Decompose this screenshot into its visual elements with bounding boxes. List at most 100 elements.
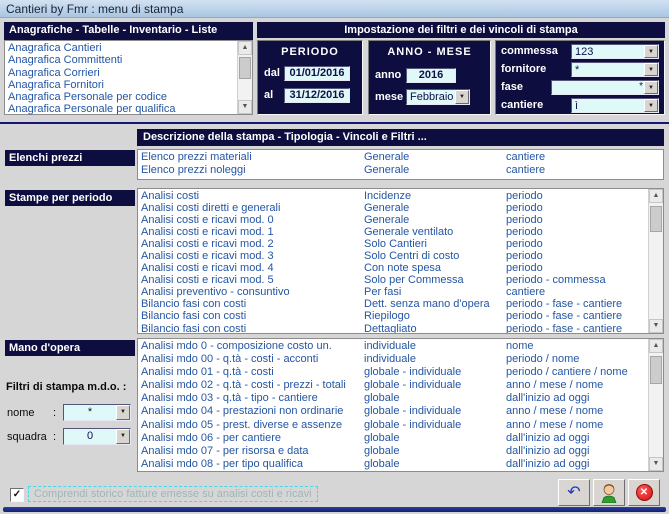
chevron-down-icon[interactable]: ▼ — [644, 44, 658, 58]
table-row[interactable]: Analisi costi e ricavi mod. 5 Solo per C… — [138, 274, 647, 286]
table-row[interactable]: Analisi costi e ricavi mod. 3 Solo Centr… — [138, 250, 647, 262]
al-row: al 31/12/2016 — [264, 87, 350, 103]
user-button[interactable] — [593, 479, 625, 506]
table-row[interactable]: Analisi mdo 01 - q.tà - costi globale - … — [138, 366, 647, 379]
al-label: al — [264, 89, 274, 101]
table-row[interactable]: Analisi mdo 03 - q.tà - tipo - cantiere … — [138, 392, 647, 405]
bottom-accent-bar — [3, 507, 666, 512]
mdo-scrollbar[interactable]: ▲ ▼ — [648, 339, 663, 471]
section-separator — [0, 122, 669, 124]
storico-checkbox[interactable]: ✓ — [10, 488, 24, 502]
anagrafiche-items: Anagrafica Cantieri Anagrafica Committent… — [5, 42, 236, 115]
fornitore-label: fornitore — [501, 63, 547, 75]
dal-field[interactable]: 01/01/2016 — [284, 65, 350, 81]
anagrafiche-scrollbar[interactable]: ▲ ▼ — [237, 41, 252, 114]
scroll-thumb[interactable] — [650, 206, 662, 232]
list-item[interactable]: Anagrafica Cantieri — [5, 42, 236, 54]
list-item[interactable]: Anagrafica Corrieri — [5, 67, 236, 79]
table-row[interactable]: Elenco prezzi materiali Generale cantier… — [138, 151, 663, 164]
nome-label: nome — [7, 407, 35, 419]
anno-label: anno — [375, 69, 402, 81]
scroll-down-icon[interactable]: ▼ — [649, 319, 663, 333]
cantiere-dropdown[interactable]: ì ▼ — [571, 97, 659, 113]
scroll-thumb[interactable] — [239, 57, 251, 79]
storico-checkbox-label[interactable]: Comprendi storico fatture emesse su anal… — [28, 486, 318, 502]
table-row[interactable]: Analisi costi e ricavi mod. 0 Generale p… — [138, 214, 647, 226]
chevron-down-icon[interactable]: ▼ — [644, 98, 658, 112]
anagrafiche-list[interactable]: Anagrafica Cantieri Anagrafica Committent… — [4, 40, 253, 115]
mano-dopera-list: Analisi mdo 0 - composizione costo un. i… — [137, 338, 664, 472]
chevron-down-icon[interactable]: ▼ — [644, 62, 658, 76]
elenchi-prezzi-label: Elenchi prezzi — [5, 150, 135, 166]
table-row[interactable]: Analisi mdo 06 - per cantiere globale da… — [138, 432, 647, 445]
table-row[interactable]: Analisi preventivo - consuntivo Per fasi… — [138, 286, 647, 298]
list-item[interactable]: Anagrafica Committenti — [5, 54, 236, 66]
mese-label: mese — [375, 91, 404, 103]
al-field[interactable]: 31/12/2016 — [284, 87, 350, 103]
fase-label: fase — [501, 81, 524, 93]
elenchi-rows: Elenco prezzi materiali Generale cantier… — [138, 151, 663, 179]
window-title: Cantieri by Fmr : menu di stampa — [6, 2, 184, 16]
squadra-value: 0 — [86, 430, 94, 442]
table-row[interactable]: Analisi costi Incidenze periodo — [138, 190, 647, 202]
app-window: Cantieri by Fmr : menu di stampa Anagraf… — [0, 0, 669, 514]
nome-colon: : — [53, 407, 57, 419]
close-button[interactable]: ✕ — [628, 479, 660, 506]
stampe-periodo-list: Analisi costi Incidenze periodo Analisi … — [137, 188, 664, 334]
cantiere-row: cantiere ì ▼ — [501, 97, 659, 113]
cantiere-label: cantiere — [501, 99, 544, 111]
titlebar: Cantieri by Fmr : menu di stampa — [0, 0, 669, 18]
chevron-down-icon[interactable]: ▼ — [116, 429, 130, 444]
table-row[interactable]: Elenco prezzi noleggi Generale cantiere — [138, 164, 663, 177]
squadra-dropdown[interactable]: 0 ▼ — [63, 428, 131, 445]
dal-label: dal — [264, 67, 280, 79]
table-row[interactable]: Bilancio fasi con costi Riepilogo period… — [138, 310, 647, 322]
table-row[interactable]: Analisi mdo 00 - q.tà - costi - acconti … — [138, 353, 647, 366]
nome-dropdown[interactable]: * ▼ — [63, 404, 131, 421]
table-row[interactable]: Analisi costi diretti e generali General… — [138, 202, 647, 214]
table-row[interactable]: Analisi costi e ricavi mod. 2 Solo Canti… — [138, 238, 647, 250]
scroll-thumb[interactable] — [650, 356, 662, 384]
mese-value: Febbraio — [410, 91, 454, 103]
commessa-dropdown[interactable]: 123 ▼ — [571, 43, 659, 59]
stampe-scrollbar[interactable]: ▲ ▼ — [648, 189, 663, 333]
table-row[interactable]: Analisi mdo 04 - prestazioni non ordinar… — [138, 405, 647, 418]
cantiere-value: ì — [575, 99, 579, 112]
squadra-label: squadra — [7, 431, 47, 443]
scroll-up-icon[interactable]: ▲ — [649, 339, 663, 353]
list-item[interactable]: Anagrafica Fornitori — [5, 79, 236, 91]
stampe-periodo-label: Stampe per periodo — [5, 190, 135, 206]
table-row[interactable]: Analisi mdo 02 - q.tà - costi - prezzi -… — [138, 379, 647, 392]
undo-icon: ↶ — [567, 483, 581, 501]
table-row[interactable]: Analisi mdo 0 - composizione costo un. i… — [138, 340, 647, 353]
list-item[interactable]: Anagrafica Personale per codice — [5, 91, 236, 103]
scroll-down-icon[interactable]: ▼ — [649, 457, 663, 471]
vincoli-box: commessa 123 ▼ fornitore * ▼ fase * ▼ ca… — [495, 40, 665, 115]
undo-button[interactable]: ↶ — [558, 479, 590, 506]
nome-value: * — [87, 406, 93, 418]
fornitore-dropdown[interactable]: * ▼ — [571, 61, 659, 77]
scroll-up-icon[interactable]: ▲ — [649, 189, 663, 203]
fase-dropdown[interactable]: * ▼ — [551, 79, 659, 95]
scroll-up-icon[interactable]: ▲ — [238, 41, 252, 55]
mdo-filters-title: Filtri di stampa m.d.o. : — [6, 381, 127, 393]
description-header: Descrizione della stampa - Tipologia - V… — [137, 129, 664, 146]
table-row[interactable]: Analisi mdo 05 - prest. diverse e assenz… — [138, 419, 647, 432]
stampe-rows: Analisi costi Incidenze periodo Analisi … — [138, 190, 647, 333]
anno-field[interactable]: 2016 — [406, 67, 456, 83]
chevron-down-icon[interactable]: ▼ — [116, 405, 130, 420]
chevron-down-icon[interactable]: ▼ — [455, 90, 469, 104]
table-row[interactable]: Bilancio fasi con costi Dettagliato peri… — [138, 323, 647, 333]
table-row[interactable]: Analisi costi e ricavi mod. 1 Generale v… — [138, 226, 647, 238]
mese-dropdown[interactable]: Febbraio ▼ — [406, 89, 470, 105]
table-row[interactable]: Bilancio fasi con costi Dett. senza mano… — [138, 298, 647, 310]
table-row[interactable]: Analisi costi e ricavi mod. 4 Con note s… — [138, 262, 647, 274]
fornitore-value: * — [575, 63, 580, 76]
chevron-down-icon[interactable]: ▼ — [644, 80, 658, 94]
table-row[interactable]: Analisi mdo 08 - per tipo qualifica glob… — [138, 458, 647, 471]
commessa-row: commessa 123 ▼ — [501, 43, 659, 59]
table-row[interactable]: Analisi mdo 07 - per risorsa e data glob… — [138, 445, 647, 458]
list-item[interactable]: Anagrafica Personale per qualifica — [5, 103, 236, 115]
scroll-down-icon[interactable]: ▼ — [238, 100, 252, 114]
anno-mese-box: ANNO - MESE anno 2016 mese Febbraio ▼ — [368, 40, 491, 115]
